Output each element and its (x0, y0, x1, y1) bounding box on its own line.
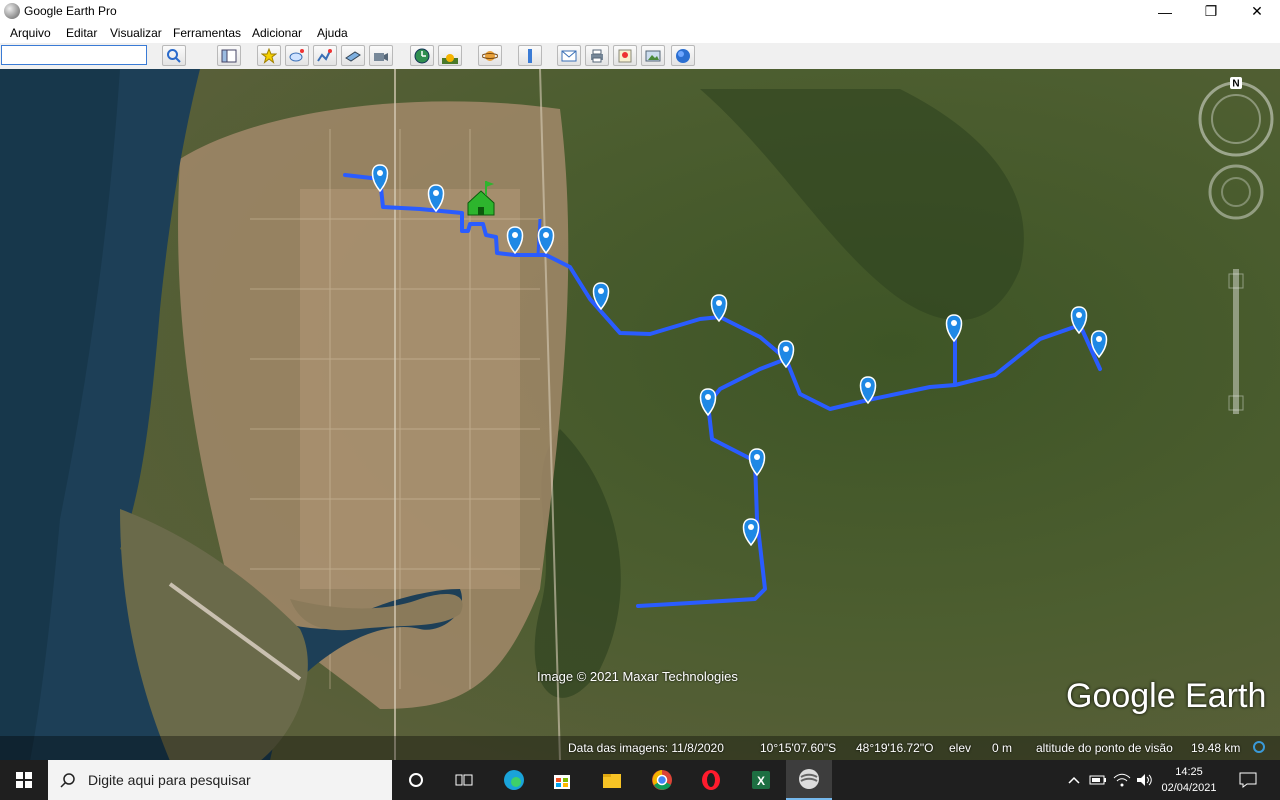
image-overlay-icon (345, 50, 361, 62)
network-status[interactable] (1110, 768, 1134, 792)
latitude-readout: 10°15'07.60"S (760, 741, 837, 755)
taskbar: Digite aqui para pesquisar X 14:25 02/04… (0, 760, 1280, 800)
window-title: Google Earth Pro (24, 4, 117, 18)
placemark-star-icon (261, 47, 277, 64)
chrome-app[interactable] (650, 768, 674, 792)
windows-logo-icon (16, 772, 32, 788)
taskbar-search-placeholder: Digite aqui para pesquisar (88, 772, 251, 788)
elevation-label: elev (949, 741, 972, 755)
battery-icon (1089, 775, 1106, 785)
system-clock[interactable]: 14:25 02/04/2021 (1154, 764, 1224, 796)
add-polygon-button[interactable] (285, 45, 309, 66)
search-icon (60, 773, 75, 788)
compass-north-label: N (1232, 79, 1239, 90)
store-app[interactable] (550, 768, 574, 792)
path-icon (317, 48, 332, 62)
search-input[interactable] (1, 45, 147, 65)
menu-bar: Arquivo Editar Visualizar Ferramentas Ad… (0, 23, 1280, 43)
folder-icon (603, 774, 621, 788)
magnifier-icon (167, 48, 181, 63)
save-image-icon (645, 50, 661, 61)
circle-icon (409, 773, 423, 787)
task-view-icon (455, 774, 473, 786)
notification-icon (1239, 772, 1257, 788)
taskbar-search-box[interactable]: Digite aqui para pesquisar (48, 760, 392, 800)
clock-time: 14:25 (1175, 766, 1203, 778)
print-button[interactable] (585, 45, 609, 66)
menu-arquivo[interactable]: Arquivo (10, 26, 51, 40)
show-hidden-icons-button[interactable] (1062, 768, 1086, 792)
save-image-button[interactable] (641, 45, 665, 66)
title-bar: Google Earth Pro — ❐ ✕ (0, 0, 1280, 23)
satellite-imagery[interactable]: N (0, 69, 1280, 761)
menu-adicionar[interactable]: Adicionar (252, 26, 302, 40)
add-path-button[interactable] (313, 45, 337, 66)
start-button[interactable] (12, 768, 36, 792)
polygon-icon (289, 48, 304, 61)
clock-globe-icon (414, 48, 430, 63)
earth-view-button[interactable] (671, 45, 695, 66)
opera-icon (702, 770, 720, 790)
elevation-value: 0 m (992, 741, 1013, 755)
printer-icon (591, 49, 603, 62)
task-view-button[interactable] (452, 768, 476, 792)
minimize-button[interactable]: — (1142, 0, 1188, 23)
action-center-button[interactable] (1236, 768, 1260, 792)
sidebar-toggle-button[interactable] (217, 45, 241, 66)
chrome-icon (652, 770, 672, 790)
sunrise-icon (442, 53, 458, 64)
store-icon (554, 775, 570, 789)
envelope-icon (561, 50, 577, 61)
eye-altitude-value: 19.48 km (1191, 741, 1241, 755)
ruler-icon (528, 48, 532, 63)
add-placemark-button[interactable] (257, 45, 281, 66)
edge-app[interactable] (502, 768, 526, 792)
ruler-button[interactable] (518, 45, 542, 66)
toolbar (0, 43, 1280, 70)
google-earth-icon (799, 769, 819, 789)
speaker-icon (1137, 774, 1152, 786)
globe-icon (676, 48, 690, 63)
file-explorer-app[interactable] (600, 768, 624, 792)
record-tour-icon (374, 52, 388, 61)
imagery-date: Data das imagens: 11/8/2020 (568, 741, 724, 755)
cortana-button[interactable] (404, 768, 428, 792)
longitude-readout: 48°19'16.72"O (856, 741, 934, 755)
wifi-icon (1113, 773, 1131, 787)
menu-editar[interactable]: Editar (66, 26, 97, 40)
planet-icon (482, 50, 498, 61)
view-in-maps-button[interactable] (613, 45, 637, 66)
excel-icon: X (752, 771, 770, 789)
google-earth-app-icon (4, 3, 20, 19)
sunlight-button[interactable] (438, 45, 462, 66)
email-button[interactable] (557, 45, 581, 66)
menu-ajuda[interactable]: Ajuda (317, 26, 348, 40)
streaming-status-icon (1253, 741, 1265, 753)
record-tour-button[interactable] (369, 45, 393, 66)
add-image-overlay-button[interactable] (341, 45, 365, 66)
google-earth-logo: Google Earth (1066, 677, 1267, 715)
search-button[interactable] (162, 45, 186, 66)
menu-visualizar[interactable]: Visualizar (110, 26, 162, 40)
maximize-button[interactable]: ❐ (1188, 0, 1234, 23)
map-view[interactable]: N Image © 2021 Maxar Technologies Google… (0, 69, 1280, 761)
menu-ferramentas[interactable]: Ferramentas (173, 26, 241, 40)
battery-status[interactable] (1086, 768, 1110, 792)
eye-altitude-label: altitude do ponto de visão (1036, 741, 1173, 755)
switch-planet-button[interactable] (478, 45, 502, 66)
historical-imagery-button[interactable] (410, 45, 434, 66)
chevron-up-icon (1068, 776, 1080, 784)
excel-app[interactable]: X (749, 768, 773, 792)
close-button[interactable]: ✕ (1234, 0, 1280, 23)
maps-icon (618, 49, 632, 62)
google-earth-taskbar-app[interactable] (786, 760, 832, 800)
edge-icon (504, 770, 524, 790)
svg-text:X: X (757, 774, 765, 788)
clock-date: 02/04/2021 (1161, 782, 1217, 794)
opera-app[interactable] (699, 768, 723, 792)
sidebar-icon (221, 49, 237, 62)
imagery-credit: Image © 2021 Maxar Technologies (537, 669, 738, 684)
